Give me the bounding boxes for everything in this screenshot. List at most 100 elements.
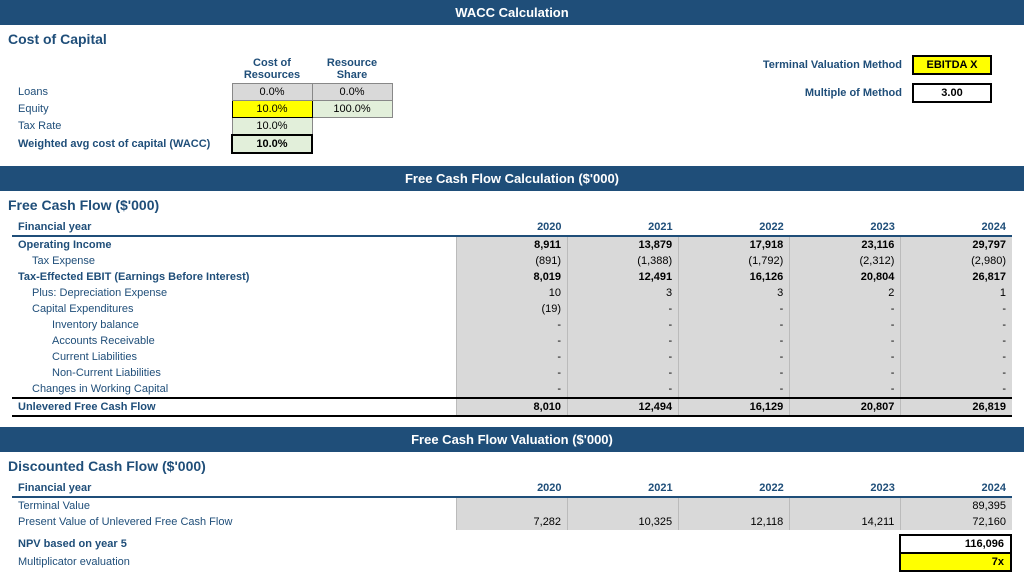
multiple-of-method-row: Multiple of Method 3.00 xyxy=(722,83,992,103)
multiplicator-label: Multiplicator evaluation xyxy=(12,553,456,571)
fcf-cell-4-3: 2 xyxy=(790,285,901,301)
fcf-cell-8-2: - xyxy=(679,349,790,365)
dcf-cell-1-2 xyxy=(679,497,790,514)
fcf-cell-11-2: 16,129 xyxy=(679,398,790,416)
fcf-cell-7-3: - xyxy=(790,333,901,349)
dcf-cell-2-3: 14,211 xyxy=(790,514,901,530)
fcf-cell-10-1: - xyxy=(568,381,679,398)
fcf-row-2: Tax Expense(891)(1,388)(1,792)(2,312)(2,… xyxy=(12,253,1012,269)
fcf-row-1: Operating Income8,91113,87917,91823,1162… xyxy=(12,236,1012,253)
dcf-cell-0-0: 2020 xyxy=(456,480,567,497)
fcf-cell-6-4: - xyxy=(901,317,1012,333)
fcf-cell-7-1: - xyxy=(568,333,679,349)
fcf-row-10: Changes in Working Capital----- xyxy=(12,381,1012,398)
fcf-cell-2-2: (1,792) xyxy=(679,253,790,269)
cost-of-capital-title: Cost of Capital xyxy=(0,25,1024,49)
fcf-cell-2-0: (891) xyxy=(456,253,567,269)
dcf-cell-1-0 xyxy=(456,497,567,514)
fcf-cell-11-3: 20,807 xyxy=(790,398,901,416)
fcf-cell-7-0: - xyxy=(456,333,567,349)
fcf-cell-1-0: 8,911 xyxy=(456,236,567,253)
fcf-cell-10-4: - xyxy=(901,381,1012,398)
loans-share: 0.0% xyxy=(312,84,392,101)
terminal-valuation-val[interactable]: EBITDA X xyxy=(912,55,992,75)
multiplicator-value[interactable]: 7x xyxy=(900,553,1011,571)
fcf-row-label-7: Accounts Receivable xyxy=(12,333,456,349)
fcf-cell-6-1: - xyxy=(568,317,679,333)
fcf-cell-11-0: 8,010 xyxy=(456,398,567,416)
dcf-title: Discounted Cash Flow ($'000) xyxy=(0,452,1024,476)
multiple-of-method-val[interactable]: 3.00 xyxy=(912,83,992,103)
fcf-cell-5-0: (19) xyxy=(456,301,567,317)
multiplicator-row: Multiplicator evaluation 7x xyxy=(12,553,1011,571)
wacc-col1-header: Cost of Resources xyxy=(232,55,312,84)
fcf-cell-1-2: 17,918 xyxy=(679,236,790,253)
fcf-cell-1-1: 13,879 xyxy=(568,236,679,253)
fcf-cell-2-4: (2,980) xyxy=(901,253,1012,269)
fcf-cell-9-2: - xyxy=(679,365,790,381)
fcf-title: Free Cash Flow ($'000) xyxy=(0,191,1024,215)
fcf-cell-8-4: - xyxy=(901,349,1012,365)
dcf-cell-2-4: 72,160 xyxy=(901,514,1012,530)
loans-cost: 0.0% xyxy=(232,84,312,101)
fcf-cell-1-3: 23,116 xyxy=(790,236,901,253)
fcf-row-label-4: Plus: Depreciation Expense xyxy=(12,285,456,301)
fcf-row-label-10: Changes in Working Capital xyxy=(12,381,456,398)
fcf-cell-0-2: 2022 xyxy=(679,219,790,236)
dcf-cell-1-1 xyxy=(568,497,679,514)
fcf-row-11: Unlevered Free Cash Flow8,01012,49416,12… xyxy=(12,398,1012,416)
fcf-cell-10-0: - xyxy=(456,381,567,398)
fcf-cell-11-1: 12,494 xyxy=(568,398,679,416)
dcf-cell-2-0: 7,282 xyxy=(456,514,567,530)
fcf-row-0: Financial year20202021202220232024 xyxy=(12,219,1012,236)
equity-share: 100.0% xyxy=(312,101,392,118)
wacc-val: 10.0% xyxy=(232,135,312,153)
fcf-cell-0-3: 2023 xyxy=(790,219,901,236)
equity-label: Equity xyxy=(12,101,232,118)
fcf-row-9: Non-Current Liabilities----- xyxy=(12,365,1012,381)
fcf-cell-3-4: 26,817 xyxy=(901,269,1012,285)
tax-rate-label: Tax Rate xyxy=(12,118,232,136)
fcf-row-8: Current Liabilities----- xyxy=(12,349,1012,365)
fcf-cell-0-4: 2024 xyxy=(901,219,1012,236)
dcf-row-1: Terminal Value 89,395 xyxy=(12,497,1012,514)
fcf-cell-5-2: - xyxy=(679,301,790,317)
fcf-row-label-0: Financial year xyxy=(12,219,456,236)
fcf-cell-7-2: - xyxy=(679,333,790,349)
wacc-right-panel: Terminal Valuation Method EBITDA X Multi… xyxy=(722,55,1012,154)
dcf-row-2: Present Value of Unlevered Free Cash Flo… xyxy=(12,514,1012,530)
fcf-row-4: Plus: Depreciation Expense103321 xyxy=(12,285,1012,301)
fcf-cell-7-4: - xyxy=(901,333,1012,349)
fcf-row-label-2: Tax Expense xyxy=(12,253,456,269)
dcf-cell-1-4: 89,395 xyxy=(901,497,1012,514)
dcf-row-label-1: Terminal Value xyxy=(12,497,456,514)
npv-row: NPV based on year 5 116,096 xyxy=(12,535,1011,553)
fcf-cell-0-0: 2020 xyxy=(456,219,567,236)
dcf-row-label-0: Financial year xyxy=(12,480,456,497)
fcf-cell-2-3: (2,312) xyxy=(790,253,901,269)
dcf-body: Financial year20202021202220232024Termin… xyxy=(0,476,1024,580)
tax-rate-val: 10.0% xyxy=(232,118,312,136)
fcf-cell-0-1: 2021 xyxy=(568,219,679,236)
fcf-row-7: Accounts Receivable----- xyxy=(12,333,1012,349)
dcf-cell-2-2: 12,118 xyxy=(679,514,790,530)
fcf-cell-9-0: - xyxy=(456,365,567,381)
equity-cost[interactable]: 10.0% xyxy=(232,101,312,118)
dcf-cell-0-1: 2021 xyxy=(568,480,679,497)
wacc-header: WACC Calculation xyxy=(0,0,1024,25)
npv-value: 116,096 xyxy=(900,535,1011,553)
fcf-cell-5-4: - xyxy=(901,301,1012,317)
dcf-header: Free Cash Flow Valuation ($'000) xyxy=(0,427,1024,452)
fcf-cell-9-3: - xyxy=(790,365,901,381)
fcf-cell-4-2: 3 xyxy=(679,285,790,301)
fcf-cell-10-3: - xyxy=(790,381,901,398)
fcf-row-label-5: Capital Expenditures xyxy=(12,301,456,317)
dcf-table: Financial year20202021202220232024Termin… xyxy=(12,480,1012,530)
multiple-of-method-label: Multiple of Method xyxy=(722,87,902,99)
fcf-cell-6-0: - xyxy=(456,317,567,333)
fcf-cell-3-0: 8,019 xyxy=(456,269,567,285)
terminal-valuation-label: Terminal Valuation Method xyxy=(722,59,902,71)
fcf-cell-3-2: 16,126 xyxy=(679,269,790,285)
dcf-cell-0-3: 2023 xyxy=(790,480,901,497)
dcf-cell-2-1: 10,325 xyxy=(568,514,679,530)
